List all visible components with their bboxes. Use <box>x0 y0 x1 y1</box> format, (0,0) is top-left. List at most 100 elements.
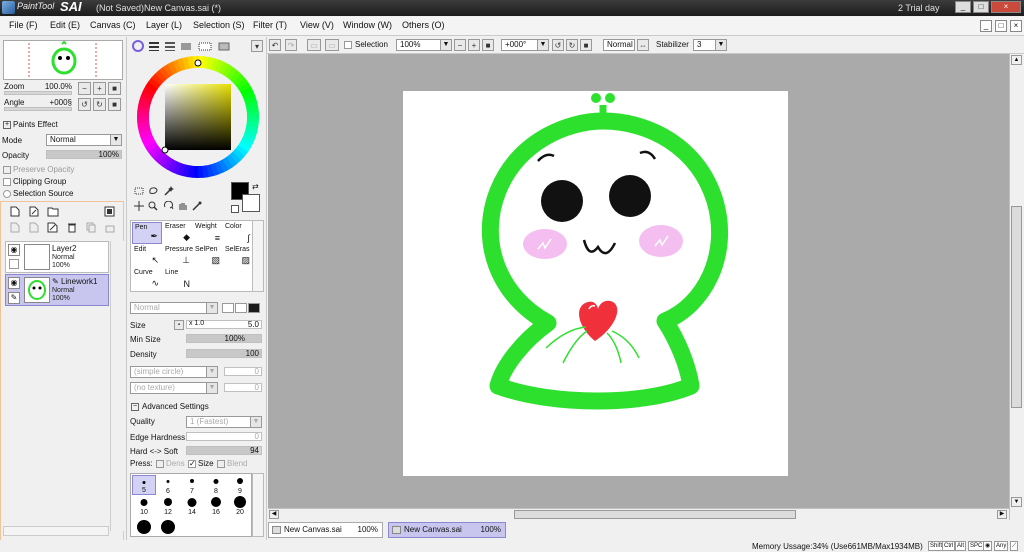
menu-filter[interactable]: Filter (T) <box>253 20 287 30</box>
preserve-opacity-checkbox[interactable] <box>3 166 11 174</box>
rect-select-icon[interactable] <box>134 186 144 196</box>
tool-pressure[interactable]: Pressure ⊥ <box>163 245 193 267</box>
brush-size-preset[interactable]: 20 <box>228 496 252 516</box>
flip-horizontal-button[interactable]: ⇔ <box>637 39 649 51</box>
rotate-reset-button[interactable]: ■ <box>108 98 121 111</box>
brush-size-preset[interactable]: 14 <box>180 496 204 516</box>
zoom-reset-button[interactable]: ■ <box>108 82 121 95</box>
layer-mask-icon[interactable] <box>104 206 115 217</box>
window-maximize-button[interactable]: □ <box>973 1 989 13</box>
tool-curve[interactable]: Curve ∿ <box>132 268 162 290</box>
document-tab[interactable]: New Canvas.sai 100% <box>268 522 383 538</box>
brush-shape-select[interactable]: (simple circle) ▼ <box>130 366 218 378</box>
brush-size-preset[interactable] <box>156 517 180 537</box>
transfer-down-icon[interactable] <box>10 222 20 233</box>
vertical-scroll-thumb[interactable] <box>1011 206 1022 408</box>
tool-seleras[interactable]: SelEras ▨ <box>223 245 253 267</box>
redo-button[interactable]: ↷ <box>285 39 297 51</box>
clipping-group-checkbox[interactable] <box>3 178 11 186</box>
reset-colors-icon[interactable] <box>231 205 239 213</box>
brush-size-preset[interactable]: 6 <box>156 475 180 495</box>
zoom-tool-icon[interactable] <box>148 201 158 211</box>
tool-eraser[interactable]: Eraser ◆ <box>163 222 193 244</box>
magic-wand-icon[interactable] <box>164 185 174 196</box>
layer-mode-select[interactable]: Normal ▼ <box>46 134 122 146</box>
brush-size-preset[interactable]: 7 <box>180 475 204 495</box>
swatches-mode-icon[interactable] <box>198 40 212 52</box>
rgb-slider-mode-icon[interactable] <box>148 40 160 52</box>
brush-size-preset[interactable]: 16 <box>204 496 228 516</box>
menu-edit[interactable]: Edit (E) <box>50 20 80 30</box>
clear-layer-icon[interactable] <box>47 222 58 233</box>
layer-lock-icon[interactable] <box>105 222 115 233</box>
press-density-checkbox[interactable] <box>156 460 164 468</box>
horizontal-scroll-thumb[interactable] <box>514 510 796 519</box>
brush-size-preset[interactable]: 10 <box>132 496 156 516</box>
eyedropper-icon[interactable] <box>192 201 202 211</box>
brush-size-preset[interactable]: 9 <box>228 475 252 495</box>
blend-mode-select[interactable]: Normal ▼ <box>130 302 218 314</box>
duplicate-layer-icon[interactable] <box>86 222 96 233</box>
scratchpad-mode-icon[interactable] <box>218 40 230 52</box>
hsv-slider-mode-icon[interactable] <box>164 40 176 52</box>
press-size-checkbox[interactable]: ✓ <box>188 460 196 468</box>
canvas-zoom-out-button[interactable]: − <box>454 39 466 51</box>
move-icon[interactable] <box>134 201 144 211</box>
zoom-slider[interactable] <box>4 91 72 95</box>
brush-size-preset[interactable]: 12 <box>156 496 180 516</box>
brush-shape-sharp-icon[interactable] <box>248 303 260 313</box>
canvas-angle-select[interactable]: +000° ▼ <box>501 39 549 51</box>
zoom-in-button[interactable]: + <box>93 82 106 95</box>
edge-hardness-slider[interactable]: 0 <box>186 432 262 441</box>
density-slider[interactable]: 100 <box>186 349 262 358</box>
brush-texture-strength-slider[interactable]: 0 <box>224 383 262 392</box>
hard-soft-slider[interactable]: 94 <box>186 446 262 455</box>
press-blend-checkbox[interactable] <box>217 460 225 468</box>
brush-size-preset[interactable]: 8 <box>204 475 228 495</box>
new-layer-icon[interactable] <box>10 206 20 217</box>
menu-layer[interactable]: Layer (L) <box>146 20 182 30</box>
brush-texture-select[interactable]: (no texture) ▼ <box>130 382 218 394</box>
color-mixer-mode-icon[interactable] <box>180 40 192 52</box>
canvas-mode-select[interactable]: Normal <box>603 39 635 51</box>
layer-edit-toggle-icon[interactable] <box>9 259 19 269</box>
tool-pen[interactable]: Pen ✒ <box>132 222 162 244</box>
window-minimize-button[interactable]: _ <box>955 1 971 13</box>
tool-weight[interactable]: Weight ≡ <box>193 222 223 244</box>
mdi-close-button[interactable]: × <box>1010 20 1022 32</box>
new-linework-layer-icon[interactable] <box>29 206 39 217</box>
canvas-paper[interactable] <box>403 91 788 476</box>
selection-source-radio[interactable] <box>3 190 11 198</box>
layer-row-linework1[interactable]: ◉ ✎ ✎ Linework1 Normal 100% <box>5 274 109 306</box>
window-close-button[interactable]: × <box>991 1 1021 13</box>
visibility-eye-icon[interactable]: ◉ <box>8 244 20 256</box>
document-tab-active[interactable]: New Canvas.sai 100% <box>388 522 506 538</box>
menu-view[interactable]: View (V) <box>300 20 334 30</box>
tool-panel-menu-button[interactable]: ▾ <box>251 40 263 52</box>
brush-size-preset[interactable]: 5 <box>132 475 156 495</box>
invert-selection-button[interactable]: ▭ <box>325 39 339 51</box>
undo-button[interactable]: ↶ <box>269 39 281 51</box>
scroll-down-arrow-icon[interactable]: ▼ <box>1011 497 1022 507</box>
zoom-out-button[interactable]: − <box>78 82 91 95</box>
color-wheel-mode-icon[interactable] <box>132 40 144 52</box>
quality-select[interactable]: 1 (Fastest) ▼ <box>186 416 262 428</box>
new-folder-icon[interactable] <box>47 206 59 217</box>
color-wheel[interactable] <box>136 55 260 179</box>
layer-opacity-slider[interactable]: 100% <box>46 150 122 159</box>
merge-down-icon[interactable] <box>29 222 39 233</box>
menu-selection[interactable]: Selection (S) <box>193 20 245 30</box>
size-multiplier-button[interactable]: ▪ <box>174 320 184 330</box>
pen-edit-icon[interactable]: ✎ <box>8 292 20 304</box>
tool-edit[interactable]: Edit ↖ <box>132 245 162 267</box>
scroll-right-arrow-icon[interactable]: ▶ <box>997 510 1007 519</box>
brush-shape-round-icon[interactable] <box>235 303 247 313</box>
canvas-zoom-in-button[interactable]: + <box>468 39 480 51</box>
canvas-rotate-left-button[interactable]: ↺ <box>552 39 564 51</box>
angle-slider[interactable] <box>4 107 72 111</box>
lasso-icon[interactable] <box>148 186 160 196</box>
mdi-restore-button[interactable]: □ <box>995 20 1007 32</box>
visibility-eye-icon[interactable]: ◉ <box>8 277 20 289</box>
delete-layer-icon[interactable] <box>67 222 77 233</box>
menu-file[interactable]: File (F) <box>9 20 38 30</box>
